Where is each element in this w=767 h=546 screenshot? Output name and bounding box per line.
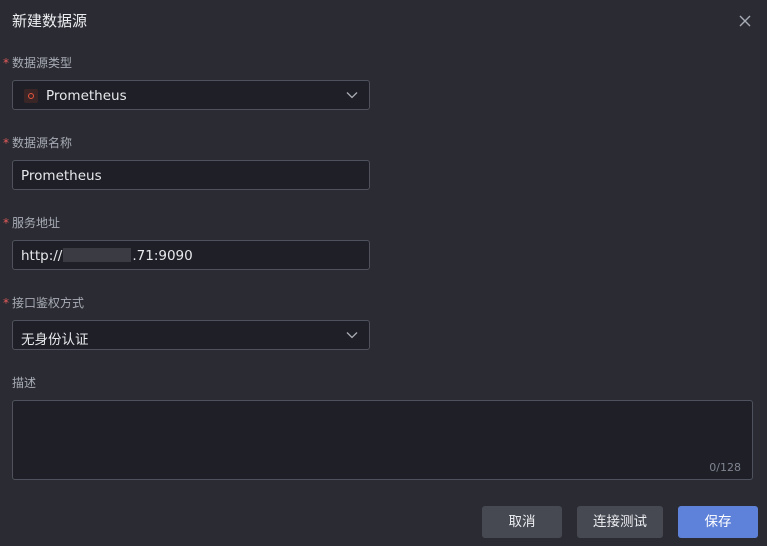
url-prefix: http:// (21, 248, 63, 264)
service-url-value: http:// .71:9090 (21, 248, 193, 264)
cancel-button[interactable]: 取消 (482, 506, 562, 538)
test-connection-button[interactable]: 连接测试 (577, 506, 663, 538)
service-url-input[interactable]: http:// .71:9090 (12, 240, 370, 270)
datasource-name-value: Prometheus (21, 168, 102, 184)
prometheus-icon (24, 89, 38, 103)
url-suffix: .71:9090 (132, 248, 193, 264)
datasource-type-select[interactable]: Prometheus (12, 80, 370, 110)
dialog-title: 新建数据源 (12, 12, 88, 30)
close-icon[interactable] (738, 14, 752, 28)
required-mark: * (3, 56, 9, 70)
save-button[interactable]: 保存 (678, 506, 758, 538)
description-counter: 0/128 (709, 461, 741, 474)
auth-label: * 接口鉴权方式 (3, 294, 84, 311)
url-label-text: 服务地址 (12, 216, 61, 230)
required-mark: * (3, 136, 9, 150)
type-label-text: 数据源类型 (12, 56, 73, 70)
required-mark: * (3, 216, 9, 230)
name-label: * 数据源名称 (3, 134, 72, 151)
redacted-ip (63, 248, 132, 262)
chevron-down-icon (346, 92, 358, 99)
url-label: * 服务地址 (3, 214, 60, 231)
new-datasource-dialog: 新建数据源 * 数据源类型 Prometheus * 数据源名称 Prometheu… (0, 0, 767, 546)
auth-label-text: 接口鉴权方式 (12, 296, 85, 310)
type-label: * 数据源类型 (3, 54, 72, 71)
datasource-type-value: Prometheus (46, 88, 127, 104)
name-label-text: 数据源名称 (12, 136, 73, 150)
description-label: 描述 (12, 376, 37, 390)
auth-method-value: 无身份认证 (21, 332, 89, 348)
required-mark: * (3, 296, 9, 310)
description-textarea[interactable]: 0/128 (12, 400, 753, 480)
datasource-name-input[interactable]: Prometheus (12, 160, 370, 190)
chevron-down-icon (346, 332, 358, 339)
auth-method-select[interactable]: 无身份认证 (12, 320, 370, 350)
